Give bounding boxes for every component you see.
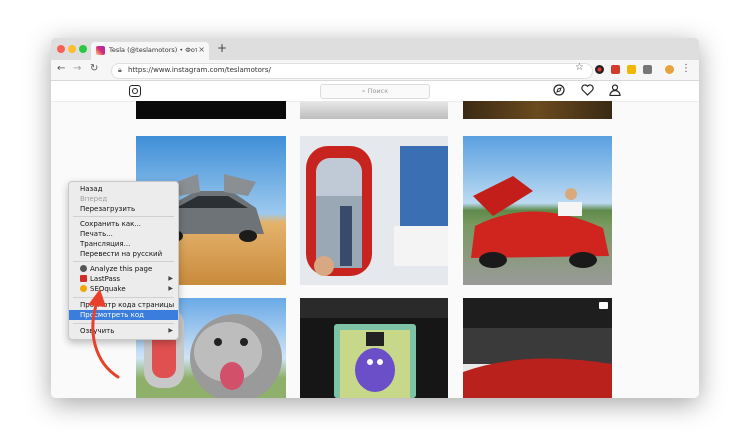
address-bar[interactable]: 🔒︎ https://www.instagram.com/teslamotors… xyxy=(111,63,593,79)
analyze-icon xyxy=(80,265,87,272)
lastpass-icon xyxy=(80,275,87,282)
browser-toolbar: ← → ↻ 🔒︎ https://www.instagram.com/tesla… xyxy=(51,60,699,81)
instagram-page: ⌕ Поиск Назад Вперед Перезагрузить Сохра… xyxy=(51,81,699,398)
post-thumbnail-top-3[interactable] xyxy=(463,101,612,119)
post-thumbnail-red-model3-girl[interactable] xyxy=(463,136,612,285)
menu-separator xyxy=(73,216,174,217)
post-thumbnail-red-car-video[interactable] xyxy=(463,298,612,398)
bookmark-star-icon[interactable]: ☆ xyxy=(575,62,584,73)
post-thumbnail-supercharger-boy[interactable] xyxy=(300,136,448,285)
post-thumbnail-top-1[interactable] xyxy=(136,101,286,119)
browser-tab[interactable]: Tesla (@teslamotors) • Фото и × xyxy=(91,42,209,60)
menu-separator xyxy=(73,261,174,262)
heart-icon[interactable] xyxy=(581,84,594,99)
menu-item-translate[interactable]: Перевести на русский xyxy=(69,249,178,259)
extension-icon-4[interactable] xyxy=(643,65,652,74)
post-thumbnail-top-2[interactable] xyxy=(300,101,448,119)
new-tab-button[interactable]: + xyxy=(217,41,227,55)
maximize-window-button[interactable] xyxy=(79,45,87,53)
browser-menu-icon[interactable]: ⋮ xyxy=(681,63,691,74)
menu-item-print[interactable]: Печать... xyxy=(69,229,178,239)
profile-icon[interactable] xyxy=(609,84,621,99)
explore-icon[interactable] xyxy=(553,84,565,99)
menu-item-forward[interactable]: Вперед xyxy=(69,194,178,204)
submenu-arrow-icon: ▶ xyxy=(168,285,173,292)
submenu-arrow-icon: ▶ xyxy=(168,327,173,334)
search-input[interactable]: ⌕ Поиск xyxy=(320,84,430,99)
tab-close-icon[interactable]: × xyxy=(198,45,205,54)
menu-item-back[interactable]: Назад xyxy=(69,184,178,194)
extension-icon-1[interactable] xyxy=(595,65,604,74)
title-bar: Tesla (@teslamotors) • Фото и × + xyxy=(51,38,699,60)
instagram-header: ⌕ Поиск xyxy=(51,81,699,102)
search-placeholder: Поиск xyxy=(367,87,389,95)
submenu-arrow-icon: ▶ xyxy=(168,275,173,282)
forward-button[interactable]: → xyxy=(73,63,81,74)
instagram-favicon-icon xyxy=(96,46,105,55)
tab-title: Tesla (@teslamotors) • Фото и xyxy=(109,46,197,54)
browser-window: Tesla (@teslamotors) • Фото и × + ← → ↻ … xyxy=(51,38,699,398)
back-button[interactable]: ← xyxy=(57,63,65,74)
instagram-logo-icon[interactable] xyxy=(129,85,141,97)
profile-avatar[interactable] xyxy=(665,65,674,74)
menu-item-lastpass-label: LastPass xyxy=(90,275,121,283)
menu-item-reload[interactable]: Перезагрузить xyxy=(69,204,178,214)
menu-item-analyze-label: Analyze this page xyxy=(90,265,153,273)
reload-button[interactable]: ↻ xyxy=(90,63,98,74)
post-thumbnail-tesla-screen[interactable] xyxy=(300,298,448,398)
menu-item-analyze[interactable]: Analyze this page xyxy=(69,264,178,274)
menu-item-save-as[interactable]: Сохранить как... xyxy=(69,219,178,229)
minimize-window-button[interactable] xyxy=(68,45,76,53)
extension-icon-3[interactable] xyxy=(627,65,636,74)
lastpass-extension-icon[interactable] xyxy=(611,65,620,74)
annotation-arrow-icon xyxy=(88,289,120,379)
lock-icon: 🔒︎ xyxy=(118,66,122,74)
menu-item-cast[interactable]: Трансляция... xyxy=(69,239,178,249)
close-window-button[interactable] xyxy=(57,45,65,53)
url-text: https://www.instagram.com/teslamotors/ xyxy=(128,66,271,74)
